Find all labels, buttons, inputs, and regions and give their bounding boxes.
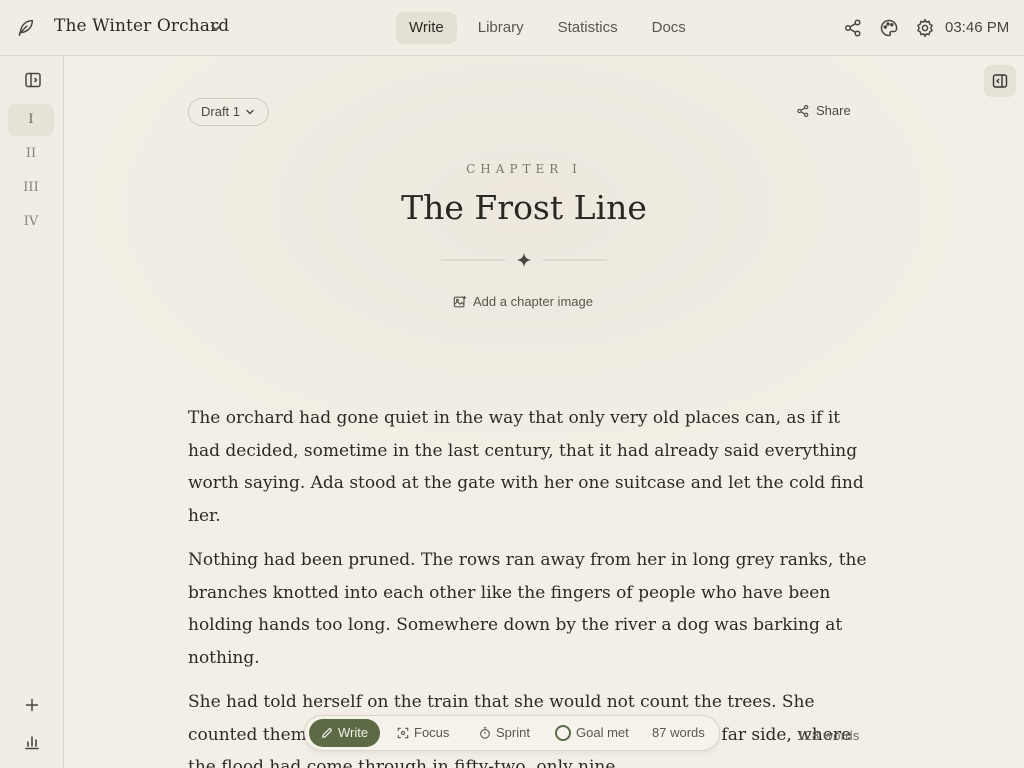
chevron-down-icon[interactable] [208,20,224,36]
main-nav: Write Library Statistics Docs [396,12,699,44]
goal-ring-icon [555,725,571,741]
share-icon[interactable] [843,18,863,38]
feather-icon[interactable] [14,17,36,39]
write-mode-button[interactable]: Write [309,719,381,747]
chapter-title[interactable]: The Frost Line [64,188,984,227]
add-image-label: Add a chapter image [473,294,593,309]
book-title[interactable]: The Winter Orchard [54,16,229,36]
total-word-count: 128 words [797,728,860,743]
ornament-divider [441,253,607,267]
chapter-nav-iii[interactable]: III [8,172,54,204]
plus-icon[interactable] [23,696,41,714]
draft-label: Draft 1 [201,104,241,119]
goal-status[interactable]: Goal met [555,716,629,750]
sidebar-toggle-icon[interactable] [24,71,42,89]
top-bar: The Winter Orchard Write Library Statist… [0,0,1024,56]
chapter-nav-ii[interactable]: II [8,138,54,170]
share-label: Share [816,103,851,118]
tab-docs[interactable]: Docs [639,12,699,44]
clock: 03:46 PM [945,19,1010,36]
tab-statistics[interactable]: Statistics [545,12,631,44]
session-word-count: 87 words [652,716,705,750]
write-mode-label: Write [338,725,369,740]
add-chapter-image-button[interactable]: Add a chapter image [453,294,593,309]
share-icon [797,104,809,117]
writing-toolbar: Write Focus Sprint Goal met 87 words [304,715,720,751]
chapter-body[interactable]: The orchard had gone quiet in the way th… [188,402,868,768]
chapter-nav-iv[interactable]: IV [8,206,54,238]
focus-label: Focus [414,725,450,740]
share-button[interactable]: Share [796,103,851,118]
draft-selector[interactable]: Draft 1 [188,98,270,126]
editor-area: Draft 1 Share CHAPTER I The Frost Line A… [64,56,1024,768]
chapter-number: CHAPTER I [466,162,582,176]
right-panel-toggle[interactable] [984,65,1016,97]
bar-chart-icon[interactable] [23,733,41,751]
sprint-label: Sprint [496,725,530,740]
image-add-icon [453,295,467,307]
focus-mode-button[interactable]: Focus [397,716,449,750]
paragraph[interactable]: The orchard had gone quiet in the way th… [188,402,868,532]
sprint-button[interactable]: Sprint [479,716,530,750]
palette-icon[interactable] [879,18,899,38]
focus-icon [397,727,409,739]
tab-write[interactable]: Write [396,12,457,44]
chapter-sidebar: I II III IV [0,56,64,768]
gear-icon[interactable] [915,18,935,38]
goal-label: Goal met [576,725,629,740]
session-words: 87 words [652,725,705,740]
sparkle-icon [517,253,531,267]
chapter-nav-i[interactable]: I [8,104,54,136]
timer-icon [480,727,490,739]
tab-library[interactable]: Library [465,12,537,44]
panel-toggle-icon [992,74,1008,88]
paragraph[interactable]: Nothing had been pruned. The rows ran aw… [188,544,868,674]
chevron-down-icon [246,109,254,115]
pencil-icon [322,728,332,738]
